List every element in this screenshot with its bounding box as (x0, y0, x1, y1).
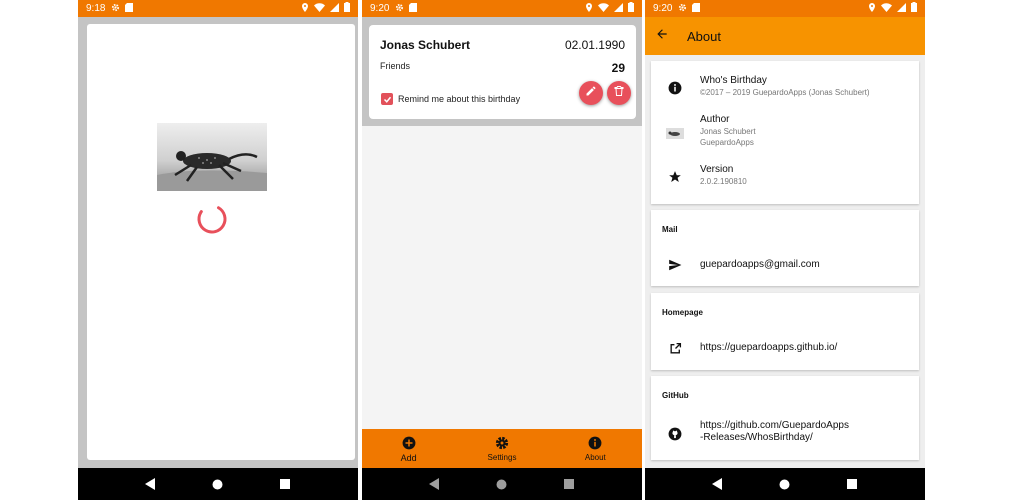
homepage-card: Homepage https://guepardoapps.github.io/ (651, 293, 919, 370)
status-bar: 9:18 (78, 0, 358, 17)
sd-card-status-icon (409, 2, 418, 15)
status-time: 9:18 (86, 3, 106, 14)
signal-icon (897, 2, 906, 15)
copyright-text: ©2017 – 2019 GuepardoApps (Jonas Schuber… (700, 88, 870, 97)
nav-home-button[interactable] (204, 470, 232, 498)
info-icon (668, 81, 682, 95)
nav-about-label: About (584, 453, 606, 462)
nav-add-button[interactable]: Add (374, 435, 444, 463)
nav-settings-label: Settings (487, 453, 517, 462)
location-icon (868, 2, 876, 15)
location-icon (301, 2, 309, 15)
nav-home-button[interactable] (488, 470, 516, 498)
nav-back-button[interactable] (137, 470, 165, 498)
author-name: Jonas Schubert (700, 127, 756, 136)
app-name: Who's Birthday (700, 75, 767, 86)
version-value: 2.0.2.190810 (700, 177, 747, 186)
splash-card (87, 24, 355, 460)
birthday-date: 02.01.1990 (564, 38, 625, 52)
cheetah-logo-image (157, 123, 267, 191)
app-info-card: Who's Birthday ©2017 – 2019 GuepardoApps… (651, 61, 919, 204)
system-nav-bar (362, 468, 642, 500)
nav-back-button[interactable] (421, 470, 449, 498)
status-bar: 9:20 (362, 0, 642, 17)
nav-recents-button[interactable] (838, 470, 866, 498)
signal-icon (330, 2, 339, 15)
mail-header: Mail (662, 225, 678, 234)
battery-icon (344, 2, 350, 15)
system-nav-bar (78, 468, 358, 500)
github-link-line2[interactable]: -Releases/WhosBirthday/ (700, 432, 849, 444)
app-bar: About (645, 17, 925, 55)
birthday-age: 29 (611, 61, 625, 75)
signal-icon (614, 2, 623, 15)
info-icon (588, 435, 602, 451)
github-icon (668, 427, 682, 441)
status-bar: 9:20 (645, 0, 925, 17)
sd-card-status-icon (692, 2, 701, 15)
add-circle-icon (402, 435, 416, 451)
nav-back-button[interactable] (704, 470, 732, 498)
nav-settings-button[interactable]: Settings (467, 435, 537, 462)
battery-icon (628, 2, 634, 15)
remind-checkbox-row[interactable]: Remind me about this birthday (381, 93, 520, 105)
star-icon (668, 170, 682, 184)
delete-button[interactable] (607, 81, 631, 105)
github-link-line1[interactable]: https://github.com/GuepardoApps (700, 420, 849, 432)
birthday-group: Friends (380, 61, 411, 71)
pencil-icon (585, 84, 597, 102)
mail-address[interactable]: guepardoapps@gmail.com (700, 259, 820, 271)
back-arrow-icon[interactable] (655, 27, 669, 46)
about-screen: 9:20 About Who's Birthday ©2017 – 2019 G… (645, 0, 925, 500)
sd-card-status-icon (125, 2, 134, 15)
wifi-icon (881, 2, 892, 15)
system-nav-bar (645, 468, 925, 500)
github-card: GitHub https://github.com/GuepardoApps -… (651, 376, 919, 460)
status-time: 9:20 (653, 3, 673, 14)
mail-card: Mail guepardoapps@gmail.com (651, 210, 919, 286)
version-label: Version (700, 164, 734, 175)
wifi-icon (598, 2, 609, 15)
bottom-navigation: Add Settings About (362, 429, 642, 468)
nav-home-button[interactable] (771, 470, 799, 498)
page-title: About (687, 28, 721, 44)
status-time: 9:20 (370, 3, 390, 14)
nav-add-label: Add (400, 452, 417, 463)
wifi-icon (314, 2, 325, 15)
birthday-card[interactable]: Jonas Schubert 02.01.1990 Friends 29 Rem… (369, 25, 636, 119)
homepage-link[interactable]: https://guepardoapps.github.io/ (700, 342, 837, 354)
location-icon (585, 2, 593, 15)
author-avatar-image (666, 126, 684, 140)
remind-checkbox[interactable] (381, 93, 393, 105)
gear-status-icon (678, 3, 687, 15)
birthday-name: Jonas Schubert (380, 38, 471, 52)
author-company: GuepardoApps (700, 138, 754, 147)
splash-screen: 9:18 (78, 0, 358, 500)
gear-status-icon (395, 3, 404, 15)
homepage-header: Homepage (662, 308, 703, 317)
send-icon (668, 258, 682, 272)
author-label: Author (700, 114, 730, 125)
nav-recents-button[interactable] (271, 470, 299, 498)
gear-icon (495, 435, 509, 451)
open-external-icon (668, 341, 682, 355)
gear-status-icon (111, 3, 120, 15)
remind-label: Remind me about this birthday (398, 94, 521, 104)
battery-icon (911, 2, 917, 15)
edit-button[interactable] (579, 81, 603, 105)
nav-about-button[interactable]: About (560, 435, 630, 462)
loading-spinner (196, 203, 228, 235)
trash-icon (613, 84, 625, 102)
github-header: GitHub (662, 391, 689, 400)
birthday-list-screen: 9:20 Jonas Schubert 02.01.1990 Friends 2… (362, 0, 642, 500)
nav-recents-button[interactable] (555, 470, 583, 498)
